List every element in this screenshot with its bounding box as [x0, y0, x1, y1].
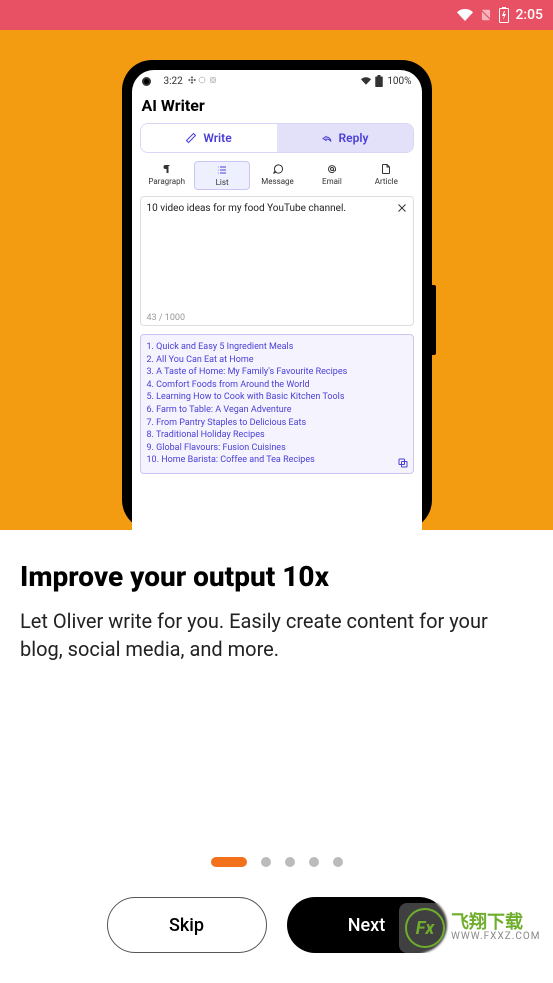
page-dot[interactable] [309, 857, 319, 867]
watermark-url: WWW.FXXZ.COM [451, 932, 540, 942]
tab-email[interactable]: Email [305, 161, 359, 190]
headline: Improve your output 10x [20, 560, 533, 593]
char-counter: 43 / 1000 [147, 313, 407, 323]
phone-mockup: 3:22 100% AI Writer [122, 60, 432, 530]
clear-input-button[interactable] [395, 201, 409, 215]
mock-battery-pct: 100% [387, 76, 411, 87]
tab-label: List [216, 178, 229, 187]
no-sim-icon [479, 8, 493, 22]
device-time: 2:05 [515, 7, 543, 23]
tab-label: Article [375, 177, 398, 186]
app-title: AI Writer [142, 96, 414, 115]
page-indicator [20, 857, 533, 867]
watermark-title: 飞翔下载 [451, 914, 540, 932]
prompt-text: 10 video ideas for my food YouTube chann… [147, 203, 407, 214]
close-icon [396, 202, 408, 214]
skip-label: Skip [169, 915, 204, 936]
battery-icon [375, 75, 383, 87]
phone-side-button [432, 285, 436, 355]
tab-paragraph[interactable]: Paragraph [140, 161, 194, 190]
mode-segment: Write Reply [140, 123, 414, 153]
copy-icon[interactable] [397, 457, 409, 469]
wifi-icon [457, 7, 473, 23]
battery-charging-icon [499, 7, 509, 23]
output-line: 3. A Taste of Home: My Family's Favourit… [147, 366, 407, 379]
tab-list[interactable]: List [194, 161, 250, 190]
camera-hole [142, 77, 151, 86]
mock-time: 3:22 [164, 76, 183, 87]
watermark-logo: Fx [405, 908, 445, 948]
write-segment[interactable]: Write [141, 124, 277, 152]
output-line: 10. Home Barista: Coffee and Tea Recipes [147, 454, 407, 467]
output-line: 2. All You Can Eat at Home [147, 354, 407, 367]
wifi-icon [361, 76, 371, 86]
article-icon [380, 163, 392, 175]
status-icons [188, 76, 217, 87]
tab-article[interactable]: Article [359, 161, 413, 190]
prompt-input-card[interactable]: 10 video ideas for my food YouTube chann… [140, 196, 414, 326]
output-list: 1. Quick and Easy 5 Ingredient Meals2. A… [147, 341, 407, 467]
output-card: 1. Quick and Easy 5 Ingredient Meals2. A… [140, 334, 414, 474]
paragraph-icon [161, 163, 173, 175]
reply-segment[interactable]: Reply [277, 124, 413, 152]
hero-area: 3:22 100% AI Writer [0, 30, 553, 530]
skip-button[interactable]: Skip [107, 897, 267, 953]
next-label: Next [348, 915, 385, 936]
list-icon [216, 164, 228, 176]
tab-message[interactable]: Message [250, 161, 304, 190]
output-line: 5. Learning How to Cook with Basic Kitch… [147, 391, 407, 404]
page-dot[interactable] [333, 857, 343, 867]
device-status-bar: 2:05 [0, 0, 553, 30]
write-label: Write [203, 131, 231, 145]
page-dot[interactable] [285, 857, 295, 867]
subtitle: Let Oliver write for you. Easily create … [20, 607, 533, 663]
page-dot[interactable] [261, 857, 271, 867]
tab-label: Email [322, 177, 342, 186]
format-tabs: Paragraph List Message Email [140, 161, 414, 190]
output-line: 6. Farm to Table: A Vegan Adventure [147, 404, 407, 417]
reply-label: Reply [339, 131, 369, 145]
output-line: 7. From Pantry Staples to Delicious Eats [147, 417, 407, 430]
output-line: 4. Comfort Foods from Around the World [147, 379, 407, 392]
output-line: 9. Global Flavours: Fusion Cuisines [147, 442, 407, 455]
reply-icon [321, 132, 333, 144]
tab-label: Paragraph [148, 177, 185, 186]
tab-label: Message [261, 177, 294, 186]
at-icon [326, 163, 338, 175]
output-line: 1. Quick and Easy 5 Ingredient Meals [147, 341, 407, 354]
watermark: Fx 飞翔下载 WWW.FXXZ.COM [399, 903, 549, 953]
page-dot[interactable] [211, 857, 247, 867]
mock-status-bar: 3:22 100% [132, 70, 422, 92]
message-icon [272, 163, 284, 175]
output-line: 8. Traditional Holiday Recipes [147, 429, 407, 442]
pencil-icon [185, 132, 197, 144]
